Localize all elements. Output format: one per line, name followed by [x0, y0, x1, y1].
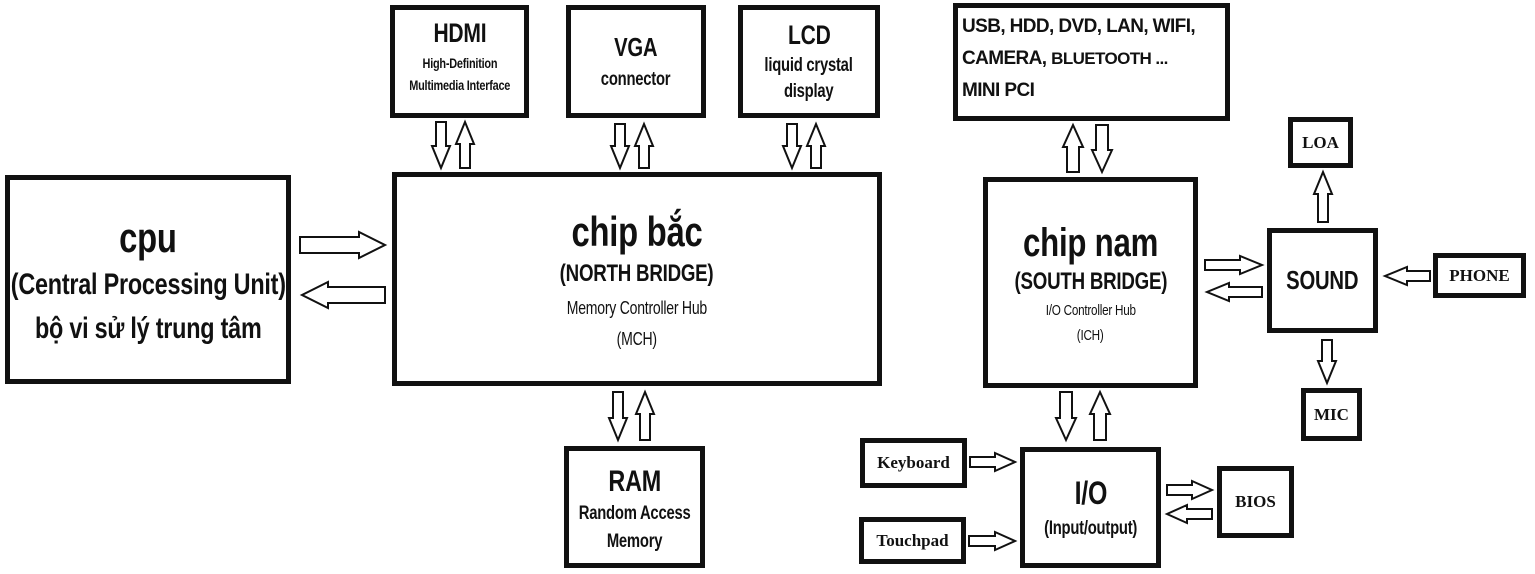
- arrow-south-bridge-to-io: [1054, 391, 1078, 443]
- arrow-cpu-to-north-bridge: [299, 230, 388, 260]
- arrow-sound-to-south-bridge: [1204, 281, 1263, 303]
- arrow-sound-to-loa: [1312, 169, 1334, 223]
- arrow-sound-to-mic: [1316, 339, 1338, 386]
- arrow-peripherals-to-south-bridge: [1090, 124, 1114, 175]
- arrow-north-bridge-to-vga: [633, 121, 655, 169]
- arrow-io-to-south-bridge: [1088, 389, 1112, 441]
- arrow-lcd-to-north-bridge: [781, 123, 803, 171]
- arrow-phone-to-sound: [1382, 265, 1431, 287]
- arrow-vga-to-north-bridge: [609, 123, 631, 171]
- arrow-north-bridge-to-ram: [607, 391, 629, 443]
- arrow-hdmi-to-north-bridge: [430, 121, 452, 171]
- arrow-ram-to-north-bridge: [634, 389, 656, 441]
- connection-arrows: [299, 119, 1431, 552]
- arrow-io-to-bios: [1166, 479, 1215, 501]
- arrow-north-bridge-to-hdmi: [454, 119, 476, 169]
- diagram: cpu (Central Processing Unit) bộ vi sử l…: [0, 0, 1535, 574]
- arrow-bios-to-io: [1164, 503, 1213, 525]
- arrow-south-bridge-to-sound: [1204, 254, 1265, 276]
- arrow-north-bridge-to-cpu: [299, 280, 386, 310]
- arrow-keyboard-to-io: [969, 451, 1018, 473]
- arrow-touchpad-to-io: [968, 530, 1018, 552]
- arrow-south-bridge-to-peripherals: [1061, 122, 1085, 173]
- arrow-north-bridge-to-lcd: [805, 121, 827, 169]
